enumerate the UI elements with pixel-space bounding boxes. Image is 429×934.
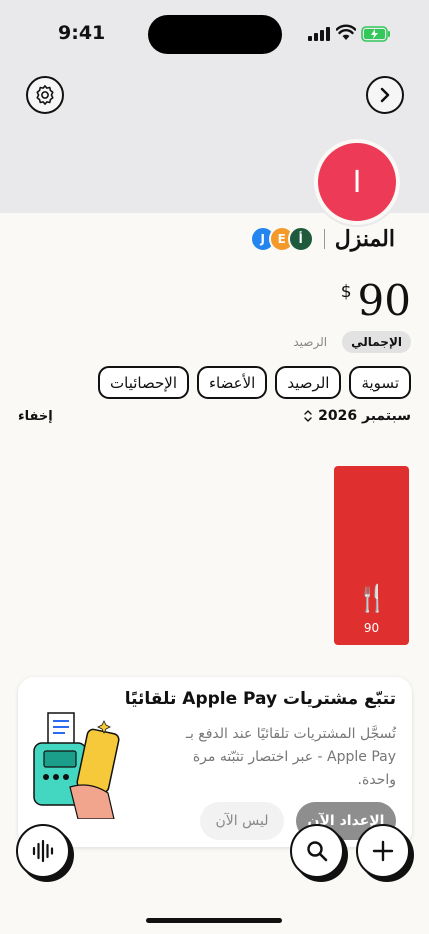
tab-settle[interactable]: تسوية [349, 366, 411, 399]
member-avatar: أ [287, 226, 314, 252]
wifi-icon [336, 24, 356, 40]
plus-icon [372, 840, 394, 862]
voice-button[interactable] [16, 824, 70, 878]
group-divider [323, 229, 325, 249]
chevron-updown-icon [304, 410, 312, 422]
view-toggle[interactable]: الإجمالي الرصيد [284, 331, 411, 353]
payment-terminal-illustration [33, 712, 120, 819]
month-label: سبتمبر 2026 [318, 408, 411, 424]
dynamic-island [148, 15, 282, 54]
search-icon [307, 841, 328, 862]
tab-members[interactable]: الأعضاء [197, 366, 268, 399]
bar-value-label: 90 [363, 621, 380, 635]
settings-button[interactable] [26, 76, 64, 114]
gear-icon [36, 85, 54, 105]
search-button[interactable] [290, 824, 344, 878]
group-name: المنزل [334, 226, 395, 252]
cellular-signal-icon [308, 27, 330, 41]
waveform-icon [32, 839, 54, 863]
not-now-button[interactable]: ليس الآن [200, 802, 284, 840]
profile-initial: I [352, 164, 362, 200]
group-header[interactable]: المنزل J E أ [249, 224, 395, 254]
profile-avatar[interactable]: I [314, 139, 400, 225]
battery-charging-icon [361, 26, 390, 42]
chart-bar[interactable]: 🍴 90 [334, 466, 409, 645]
promo-title: تتبّع مشتريات Apple Pay تلقائيًا [124, 689, 396, 709]
tab-bar: تسوية الرصيد الأعضاء الإحصائيات [98, 366, 411, 399]
promo-body: تُسجَّل المشتريات تلقائيًا عند الدفع بـ … [185, 726, 396, 788]
status-bar: 9:41 [0, 0, 429, 60]
total-amount: $ 90 [341, 276, 411, 325]
toggle-balance[interactable]: الرصيد [284, 331, 336, 353]
apple-pay-promo-card: تتبّع مشتريات Apple Pay تلقائيًا تُسجَّل… [18, 677, 412, 847]
fork-knife-icon: 🍴 [356, 584, 389, 614]
home-indicator [146, 918, 282, 923]
add-button[interactable] [356, 824, 410, 878]
member-avatars[interactable]: J E أ [249, 226, 314, 252]
forward-button[interactable] [366, 76, 404, 114]
hide-button[interactable]: إخفاء [18, 409, 53, 424]
currency-symbol: $ [340, 282, 352, 302]
tab-balance[interactable]: الرصيد [275, 366, 342, 399]
status-time: 9:41 [58, 22, 106, 44]
toggle-total[interactable]: الإجمالي [342, 331, 411, 353]
month-selector[interactable]: سبتمبر 2026 [303, 408, 411, 424]
chevron-right-icon [380, 87, 390, 103]
tab-statistics[interactable]: الإحصائيات [98, 366, 189, 399]
amount-value: 90 [357, 276, 411, 325]
